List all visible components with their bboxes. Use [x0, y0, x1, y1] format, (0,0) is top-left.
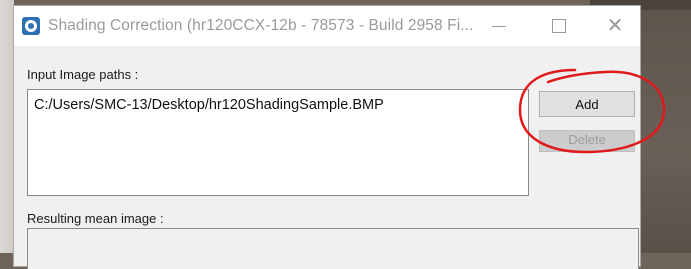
- minimize-icon: [492, 26, 506, 27]
- title-bar[interactable]: Shading Correction (hr120CCX-12b - 78573…: [14, 6, 640, 46]
- maximize-button[interactable]: [536, 6, 582, 46]
- close-button[interactable]: ✕: [592, 6, 638, 46]
- window-title: Shading Correction (hr120CCX-12b - 78573…: [48, 17, 474, 34]
- add-button[interactable]: Add: [539, 91, 635, 117]
- background-right: [640, 0, 691, 253]
- app-icon: [22, 17, 40, 35]
- mean-image-box: [27, 228, 639, 269]
- list-item[interactable]: C:/Users/SMC-13/Desktop/hr120ShadingSamp…: [34, 97, 384, 113]
- close-icon: ✕: [606, 13, 624, 37]
- minimize-button[interactable]: [476, 6, 522, 46]
- maximize-icon: [552, 19, 566, 33]
- input-paths-label: Input Image paths :: [27, 67, 139, 82]
- background-left: [0, 0, 14, 253]
- input-paths-list[interactable]: C:/Users/SMC-13/Desktop/hr120ShadingSamp…: [27, 89, 529, 196]
- delete-button: Delete: [539, 130, 635, 152]
- mean-image-label: Resulting mean image :: [27, 211, 164, 226]
- shading-correction-dialog: Shading Correction (hr120CCX-12b - 78573…: [14, 6, 640, 269]
